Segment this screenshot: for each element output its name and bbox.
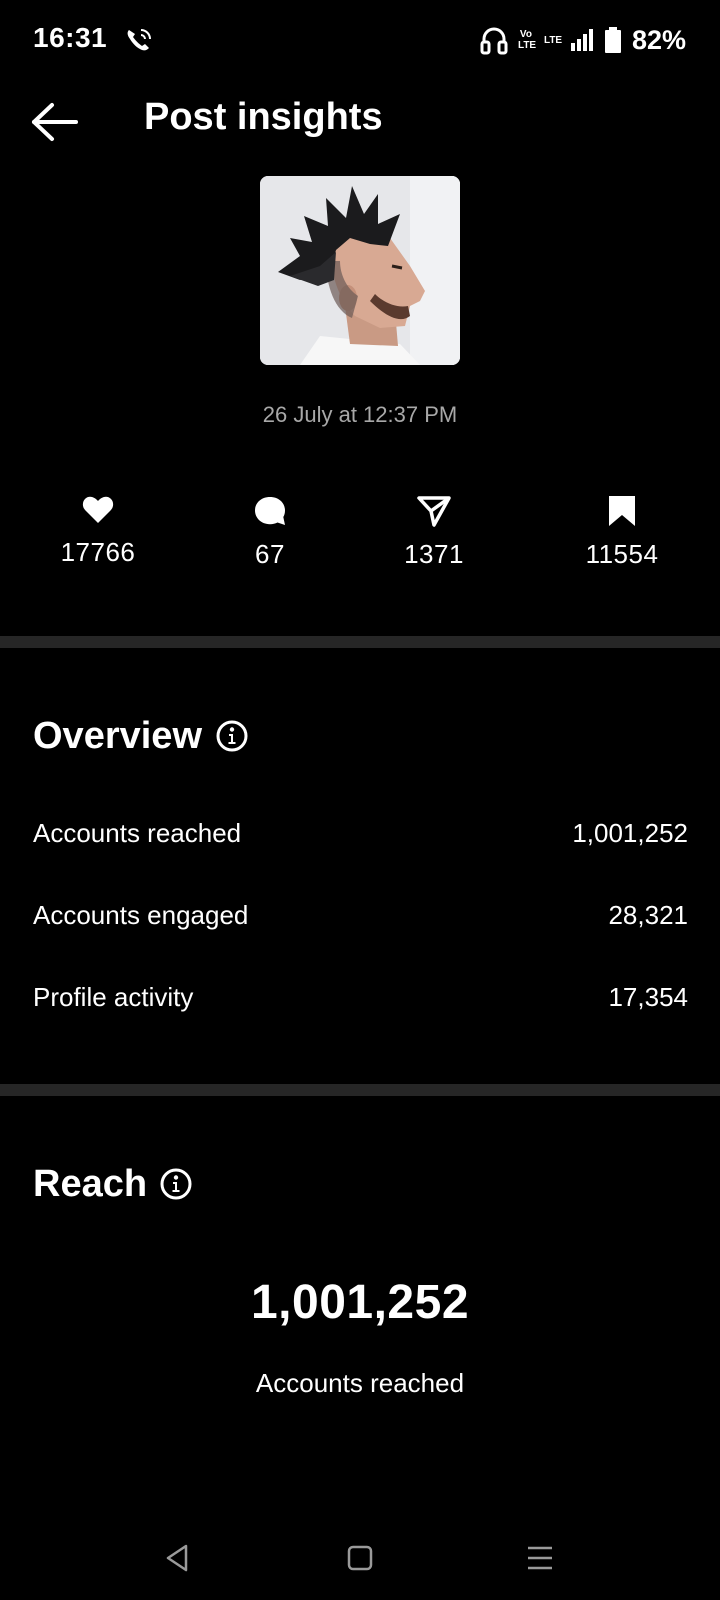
nav-back-icon[interactable]: [158, 1538, 198, 1578]
volte-label: Vo LTE: [517, 29, 537, 51]
headset-icon: [480, 27, 508, 55]
arrow-left-icon: [32, 103, 78, 141]
comment-icon: [255, 497, 285, 525]
reach-info-icon[interactable]: [160, 1168, 192, 1200]
status-time: 16:31: [33, 22, 108, 53]
send-icon: [417, 496, 451, 527]
overview-row-value: 28,321: [608, 899, 688, 930]
nav-home-icon[interactable]: [340, 1538, 380, 1578]
battery-icon: [604, 27, 621, 53]
overview-row-value: 1,001,252: [572, 817, 688, 848]
shares-count: 1371: [404, 539, 464, 569]
page-title: Post insights: [144, 96, 383, 138]
post-insights-screen: 16:31 Vo LTE LTE 82% Post insights 26 Ju…: [0, 0, 720, 1600]
lte-label: LTE: [543, 34, 563, 46]
overview-row-value: 17,354: [608, 981, 688, 1012]
reach-label: Accounts reached: [255, 1368, 465, 1398]
comments-count: 67: [255, 539, 285, 569]
overview-row-label: Profile activity: [33, 981, 194, 1012]
bookmark-icon: [609, 496, 635, 526]
section-divider: [0, 1084, 720, 1096]
reach-number: 1,001,252: [250, 1276, 470, 1329]
post-image: [260, 176, 460, 365]
nav-menu-icon[interactable]: [520, 1538, 560, 1578]
saves-count: 11554: [585, 539, 659, 569]
battery-percent: 82%: [631, 24, 686, 55]
shares-stat: 1371: [354, 495, 514, 570]
overview-row-accounts-engaged[interactable]: Accounts engaged 28,321: [33, 895, 688, 935]
post-date: 26 July at 12:37 PM: [262, 402, 458, 427]
status-bar: 16:31 Vo LTE LTE 82%: [0, 0, 720, 80]
reach-title: Reach: [33, 1163, 148, 1205]
overview-row-profile-activity[interactable]: Profile activity 17,354: [33, 977, 688, 1017]
likes-count: 17766: [60, 537, 136, 567]
overview-info-icon[interactable]: [216, 720, 248, 752]
overview-row-accounts-reached[interactable]: Accounts reached 1,001,252: [33, 813, 688, 853]
post-thumbnail[interactable]: [260, 176, 460, 365]
overview-title: Overview: [33, 715, 202, 757]
back-button[interactable]: [30, 100, 80, 144]
wifi-call-icon: [127, 29, 151, 51]
overview-row-label: Accounts reached: [33, 817, 242, 848]
heart-icon: [82, 496, 114, 523]
section-divider: [0, 636, 720, 648]
status-icons: Vo LTE LTE 82%: [480, 22, 686, 58]
likes-stat: 17766: [18, 495, 178, 568]
overview-row-label: Accounts engaged: [33, 899, 249, 930]
signal-icon: [570, 29, 593, 51]
comments-stat: 67: [190, 495, 350, 570]
saves-stat: 11554: [542, 495, 702, 570]
